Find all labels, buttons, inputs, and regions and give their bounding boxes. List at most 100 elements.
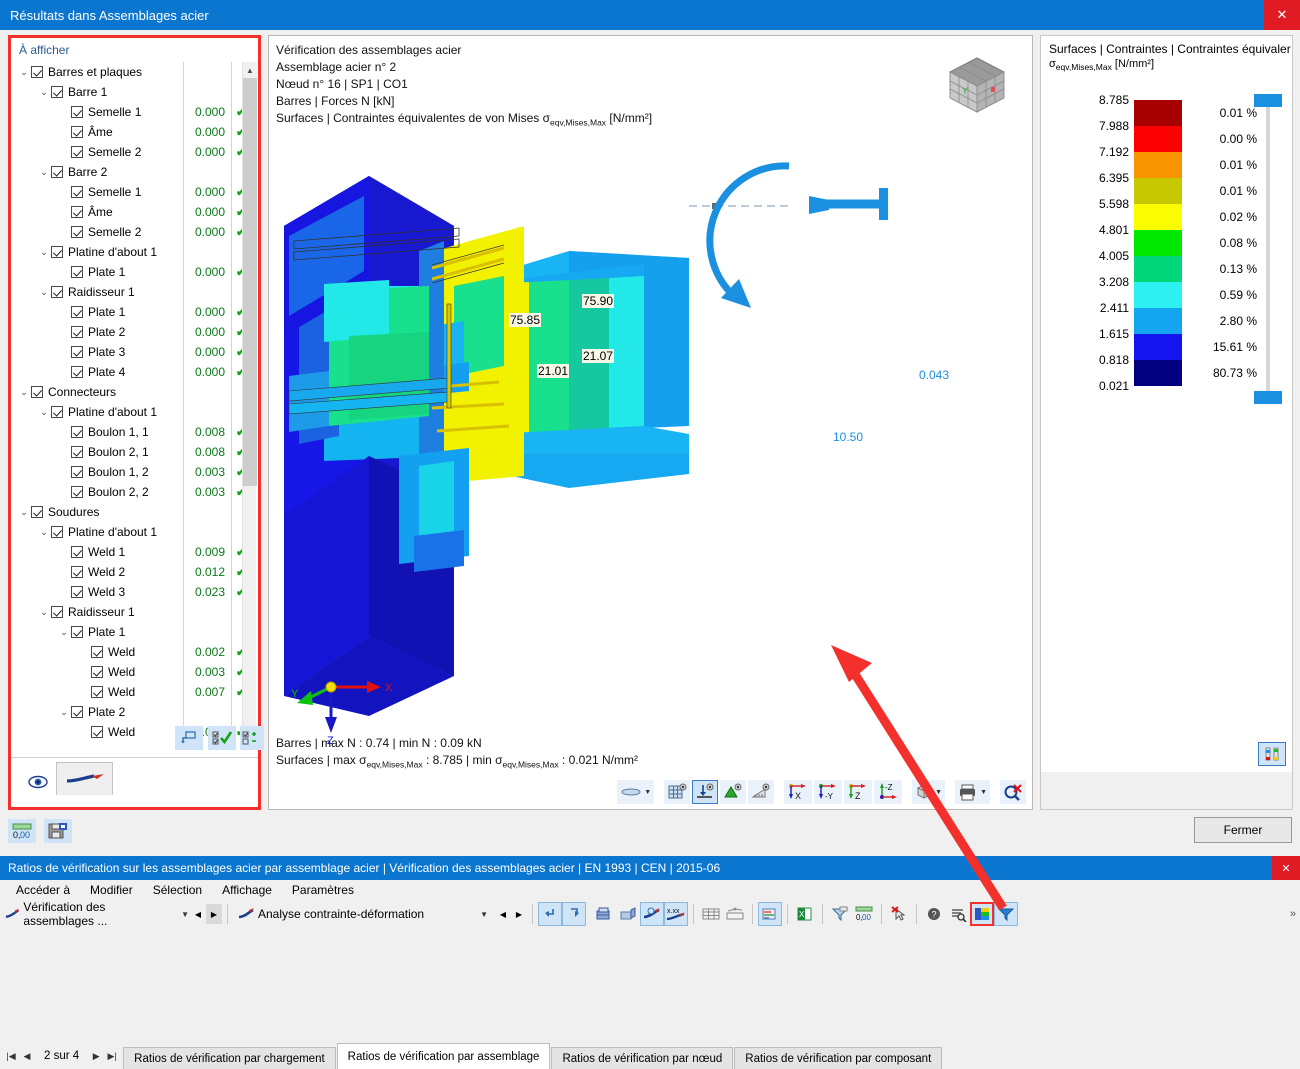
legend-settings-button[interactable]: [1258, 742, 1286, 766]
tree-item[interactable]: Plate 20.000✔: [11, 322, 258, 342]
tree-checkbox[interactable]: [71, 586, 83, 598]
table-grid-button[interactable]: [699, 902, 723, 926]
tree-item[interactable]: Boulon 1, 10.008✔: [11, 422, 258, 442]
tree-checkbox[interactable]: [51, 246, 63, 258]
tree-item[interactable]: Boulon 2, 10.008✔: [11, 442, 258, 462]
tree-item[interactable]: Âme0.000✔: [11, 122, 258, 142]
tree-item[interactable]: Semelle 20.000✔: [11, 222, 258, 242]
tree-checkbox[interactable]: [71, 446, 83, 458]
menu-item-parametres[interactable]: Paramètres: [282, 883, 364, 897]
toggle-checks-button[interactable]: [240, 726, 264, 750]
close-icon-bottom[interactable]: ✕: [1272, 856, 1300, 880]
footer-tab[interactable]: Ratios de vérification par assemblage: [336, 1043, 551, 1069]
module-next-button[interactable]: ▶: [206, 904, 222, 924]
tree-checkbox[interactable]: [51, 526, 63, 538]
menu-item-selection[interactable]: Sélection: [143, 883, 212, 897]
tree-checkbox[interactable]: [51, 86, 63, 98]
tree-checkbox[interactable]: [71, 146, 83, 158]
render-mode-button[interactable]: ▼: [617, 780, 655, 804]
loads-visibility-button[interactable]: [720, 780, 747, 804]
decimal-places-button[interactable]: 0, 00: [8, 819, 36, 843]
tree-twisty-icon[interactable]: ⌄: [17, 67, 31, 78]
tree-checkbox[interactable]: [71, 366, 83, 378]
tree-checkbox[interactable]: [71, 226, 83, 238]
prev-record-icon[interactable]: ◀: [20, 1051, 34, 1062]
toolbar-overflow-icon[interactable]: »: [1290, 908, 1296, 920]
analysis-prev-button[interactable]: ◀: [495, 904, 511, 924]
tree-checkbox[interactable]: [31, 386, 43, 398]
tree-checkbox[interactable]: [71, 326, 83, 338]
tree-item[interactable]: ⌄ Barres et plaques: [11, 62, 258, 82]
menu-item-affichage[interactable]: Affichage: [212, 883, 282, 897]
measure-tool-button[interactable]: [748, 780, 775, 804]
tree-item[interactable]: Weld 10.009✔: [11, 542, 258, 562]
model-viewport[interactable]: Vérification des assemblages acier Assem…: [268, 35, 1033, 810]
tree-item[interactable]: Weld0.007✔: [11, 682, 258, 702]
close-icon[interactable]: ✕: [1264, 0, 1300, 30]
view-x-button[interactable]: X: [784, 780, 813, 804]
tree-checkbox[interactable]: [71, 306, 83, 318]
print-button[interactable]: ▼: [955, 780, 990, 804]
tree-twisty-icon[interactable]: ⌄: [37, 607, 51, 618]
next-record-icon[interactable]: ▶: [89, 1051, 103, 1062]
tree-item[interactable]: Plate 10.000✔: [11, 302, 258, 322]
view-cube-button[interactable]: ▼: [912, 780, 946, 804]
first-record-icon[interactable]: |◀: [4, 1051, 18, 1062]
tree-scroll-area[interactable]: ⌄ Barres et plaques ⌄ Barre 1 Semelle 1 0.000…: [11, 62, 258, 744]
tree-item[interactable]: ⌄ Plate 1: [11, 622, 258, 642]
tree-item[interactable]: Semelle 10.000✔: [11, 102, 258, 122]
analysis-combo[interactable]: Analyse contrainte-déformation ▼: [233, 903, 495, 925]
module-combo[interactable]: Vérification des assemblages ... ▼: [0, 900, 190, 928]
tree-item[interactable]: ⌄ Barre 2: [11, 162, 258, 182]
tree-item[interactable]: ⌄ Barre 1: [11, 82, 258, 102]
tree-item[interactable]: ⌄ Raidisseur 1: [11, 282, 258, 302]
tree-item[interactable]: Âme0.000✔: [11, 202, 258, 222]
tree-twisty-icon[interactable]: ⌄: [17, 387, 31, 398]
tree-item[interactable]: ⌄ Platine d'about 1: [11, 522, 258, 542]
tree-checkbox[interactable]: [71, 466, 83, 478]
tree-checkbox[interactable]: [71, 206, 83, 218]
tree-checkbox[interactable]: [71, 546, 83, 558]
find-button[interactable]: [946, 902, 970, 926]
diagram-button[interactable]: [758, 902, 782, 926]
tree-checkbox[interactable]: [91, 646, 103, 658]
footer-tab[interactable]: Ratios de vérification par composant: [734, 1047, 943, 1069]
visibility-eye-icon[interactable]: [25, 770, 51, 794]
tree-twisty-icon[interactable]: ⌄: [37, 247, 51, 258]
reset-view-button[interactable]: [175, 726, 203, 750]
module-prev-button[interactable]: ◀: [190, 904, 206, 924]
tree-item[interactable]: Semelle 10.000✔: [11, 182, 258, 202]
tree-checkbox[interactable]: [91, 686, 103, 698]
tree-checkbox[interactable]: [71, 706, 83, 718]
table-settings-button[interactable]: [616, 902, 640, 926]
filter-results-button[interactable]: [994, 902, 1018, 926]
tree-checkbox[interactable]: [71, 126, 83, 138]
tree-item[interactable]: Boulon 2, 20.003✔: [11, 482, 258, 502]
deselect-button[interactable]: [887, 902, 911, 926]
analysis-next-button[interactable]: ▶: [511, 904, 527, 924]
legend-slider-handle-top[interactable]: [1254, 94, 1282, 107]
tree-checkbox[interactable]: [71, 426, 83, 438]
tree-item[interactable]: Plate 40.000✔: [11, 362, 258, 382]
redo-nav-button[interactable]: [562, 902, 586, 926]
tree-twisty-icon[interactable]: ⌄: [37, 87, 51, 98]
tree-checkbox[interactable]: [31, 506, 43, 518]
scroll-up-icon[interactable]: ▲: [243, 62, 257, 78]
tab-internal-forces[interactable]: [56, 762, 113, 795]
tree-checkbox[interactable]: [71, 106, 83, 118]
tree-item[interactable]: Boulon 1, 20.003✔: [11, 462, 258, 482]
tree-twisty-icon[interactable]: ⌄: [37, 407, 51, 418]
tree-item[interactable]: ⌄ Plate 2: [11, 702, 258, 722]
view-z-button[interactable]: Z: [844, 780, 873, 804]
legend-slider-handle-bottom[interactable]: [1254, 391, 1282, 404]
tree-twisty-icon[interactable]: ⌄: [37, 527, 51, 538]
footer-tab[interactable]: Ratios de vérification par nœud: [551, 1047, 734, 1069]
export-excel-button[interactable]: X: [793, 902, 817, 926]
footer-tab[interactable]: Ratios de vérification par chargement: [123, 1047, 336, 1069]
tree-item[interactable]: Plate 10.000✔: [11, 262, 258, 282]
decimals-button[interactable]: 0, 00: [852, 902, 876, 926]
tree-checkbox[interactable]: [71, 186, 83, 198]
view-y-button[interactable]: -Y: [814, 780, 843, 804]
tree-item[interactable]: ⌄ Platine d'about 1: [11, 402, 258, 422]
tree-item[interactable]: ⌄ Raidisseur 1: [11, 602, 258, 622]
